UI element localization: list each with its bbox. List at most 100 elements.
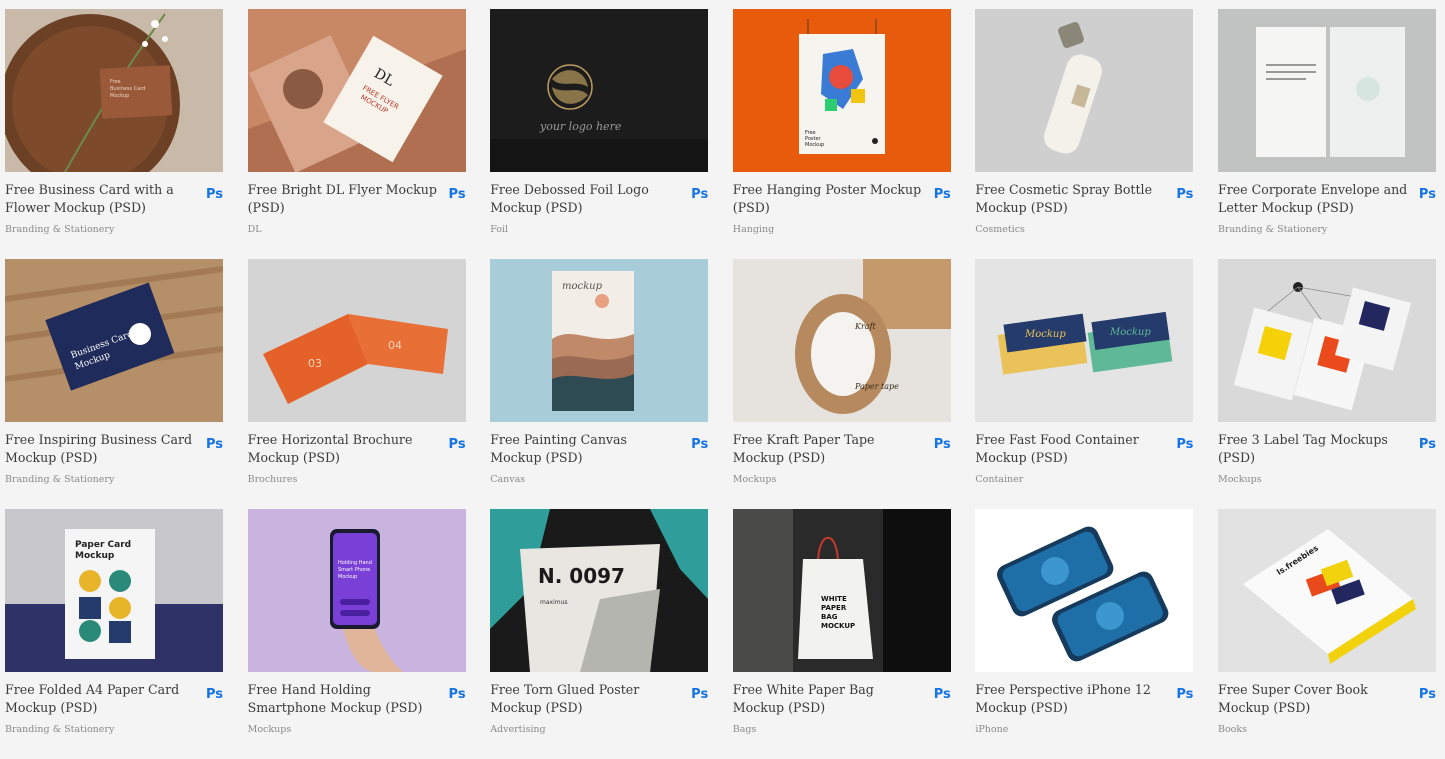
card-title[interactable]: Free Horizontal Brochure Mockup (PSD) <box>248 431 438 467</box>
photoshop-badge: Ps <box>1176 187 1194 202</box>
mockup-card[interactable]: Business Card Mockup Free Inspiring Busi… <box>5 259 223 509</box>
card-title[interactable]: Free Debossed Foil Logo Mockup (PSD) <box>490 181 680 217</box>
thumbnail-image[interactable]: Free Business Card Mockup <box>5 9 223 172</box>
thumbnail-image[interactable]: Business Card Mockup <box>5 259 223 422</box>
photoshop-badge: Ps <box>448 187 466 202</box>
mockup-card[interactable]: Kraft Paper tape Free Kraft Paper Tape M… <box>732 259 951 509</box>
thumbnail-image[interactable]: mockup <box>490 259 709 422</box>
card-title[interactable]: Free Super Cover Book Mockup (PSD) <box>1218 681 1408 717</box>
card-category[interactable]: Branding & Stationery <box>5 224 114 235</box>
card-title[interactable]: Free Corporate Envelope and Letter Mocku… <box>1218 181 1408 217</box>
card-category[interactable]: Branding & Stationery <box>5 724 114 735</box>
mockup-card[interactable]: Free Business Card Mockup Free Business … <box>5 9 223 259</box>
card-title[interactable]: Free Hand Holding Smartphone Mockup (PSD… <box>248 681 438 717</box>
card-category[interactable]: Canvas <box>490 474 525 485</box>
thumbnail-image[interactable]: Free Poster Mockup <box>732 9 951 172</box>
thumb-text: Mockup <box>1024 329 1066 340</box>
photoshop-badge: Ps <box>205 687 223 702</box>
photoshop-badge: Ps <box>1176 687 1194 702</box>
mockup-card[interactable]: 03 04 Free Horizontal Brochure Mockup (P… <box>247 259 466 509</box>
thumb-text: your logo here <box>539 120 622 133</box>
thumbnail-image[interactable]: WHITE PAPER BAG MOCKUP <box>732 509 951 672</box>
card-category[interactable]: Container <box>975 474 1023 485</box>
thumbnail-image[interactable]: Mockup Mockup <box>975 259 1194 422</box>
card-category[interactable]: Mockups <box>248 724 292 735</box>
photoshop-badge: Ps <box>448 437 466 452</box>
mockup-card[interactable]: Free Poster Mockup Free Hanging Poster M… <box>732 9 951 259</box>
thumbnail-image[interactable]: Kraft Paper tape <box>732 259 951 422</box>
card-category[interactable]: iPhone <box>975 724 1008 735</box>
mockup-card[interactable]: Free Cosmetic Spray Bottle Mockup (PSD) … <box>975 9 1194 259</box>
card-category[interactable]: Brochures <box>248 474 298 485</box>
mockup-card[interactable]: ls.freebies Free Super Cover Book Mockup… <box>1217 509 1436 759</box>
card-category[interactable]: Bags <box>733 724 757 735</box>
thumbnail-image[interactable]: DL FREE FLYER MOCKUP <box>247 9 466 172</box>
card-category[interactable]: Books <box>1218 724 1247 735</box>
thumb-text: Holding Hand <box>338 560 372 566</box>
thumb-text: Mockup <box>1109 327 1151 338</box>
card-title[interactable]: Free 3 Label Tag Mockups (PSD) <box>1218 431 1408 467</box>
thumb-text: MOCKUP <box>821 622 855 630</box>
photoshop-badge: Ps <box>205 187 223 202</box>
thumbnail-image[interactable]: ls.freebies <box>1217 509 1436 672</box>
thumbnail-image[interactable] <box>1217 259 1436 422</box>
thumbnail-image[interactable] <box>1217 9 1436 172</box>
thumb-text: WHITE <box>821 595 847 603</box>
mockup-card[interactable]: Paper Card Mockup Free Folded A4 Paper C… <box>5 509 223 759</box>
card-category[interactable]: Branding & Stationery <box>5 474 114 485</box>
mockup-card[interactable]: Free Perspective iPhone 12 Mockup (PSD) … <box>975 509 1194 759</box>
thumbnail-image[interactable] <box>975 9 1194 172</box>
thumbnail-image[interactable]: N. 0097 maximus <box>490 509 709 672</box>
mockup-card[interactable]: WHITE PAPER BAG MOCKUP Free White Paper … <box>732 509 951 759</box>
card-category[interactable]: Advertising <box>490 724 545 735</box>
card-title[interactable]: Free Cosmetic Spray Bottle Mockup (PSD) <box>975 181 1165 217</box>
photoshop-badge: Ps <box>933 187 951 202</box>
card-title[interactable]: Free Torn Glued Poster Mockup (PSD) <box>490 681 680 717</box>
thumb-text: mockup <box>562 281 603 292</box>
mockup-card[interactable]: mockup Free Painting Canvas Mockup (PSD)… <box>490 259 709 509</box>
card-title[interactable]: Free Fast Food Container Mockup (PSD) <box>975 431 1165 467</box>
thumb-text: N. 0097 <box>538 564 625 588</box>
card-category[interactable]: Hanging <box>733 224 774 235</box>
thumb-text: BAG <box>821 613 838 621</box>
photoshop-badge: Ps <box>691 187 709 202</box>
card-title[interactable]: Free Painting Canvas Mockup (PSD) <box>490 431 680 467</box>
card-title[interactable]: Free Bright DL Flyer Mockup (PSD) <box>248 181 438 217</box>
thumb-text: Mockup <box>338 574 357 580</box>
photoshop-badge: Ps <box>1418 687 1436 702</box>
mockup-grid: Free Business Card Mockup Free Business … <box>5 9 1436 759</box>
thumb-text: Free <box>110 79 121 85</box>
card-category[interactable]: DL <box>248 224 262 235</box>
thumbnail-image[interactable]: Paper Card Mockup <box>5 509 223 672</box>
mockup-card[interactable]: Mockup Mockup Free Fast Food Container M… <box>975 259 1194 509</box>
card-category[interactable]: Mockups <box>733 474 777 485</box>
card-title[interactable]: Free Perspective iPhone 12 Mockup (PSD) <box>975 681 1165 717</box>
photoshop-badge: Ps <box>1418 437 1436 452</box>
mockup-card[interactable]: N. 0097 maximus Free Torn Glued Poster M… <box>490 509 709 759</box>
thumb-text: Mockup <box>110 93 129 99</box>
photoshop-badge: Ps <box>691 437 709 452</box>
card-title[interactable]: Free White Paper Bag Mockup (PSD) <box>733 681 923 717</box>
card-category[interactable]: Cosmetics <box>975 224 1025 235</box>
card-category[interactable]: Branding & Stationery <box>1218 224 1327 235</box>
thumb-text: Paper tape <box>854 382 899 391</box>
photoshop-badge: Ps <box>448 687 466 702</box>
mockup-card[interactable]: Holding Hand Smart Phone Mockup Free Han… <box>247 509 466 759</box>
card-title[interactable]: Free Inspiring Business Card Mockup (PSD… <box>5 431 195 467</box>
card-title[interactable]: Free Hanging Poster Mockup (PSD) <box>733 181 923 217</box>
mockup-card[interactable]: DL FREE FLYER MOCKUP Free Bright DL Flye… <box>247 9 466 259</box>
thumb-text: Kraft <box>854 322 877 331</box>
thumbnail-image[interactable]: Holding Hand Smart Phone Mockup <box>247 509 466 672</box>
card-title[interactable]: Free Business Card with a Flower Mockup … <box>5 181 195 217</box>
card-title[interactable]: Free Kraft Paper Tape Mockup (PSD) <box>733 431 923 467</box>
photoshop-badge: Ps <box>933 687 951 702</box>
thumbnail-image[interactable]: 03 04 <box>247 259 466 422</box>
card-category[interactable]: Foil <box>490 224 508 235</box>
thumbnail-image[interactable] <box>975 509 1194 672</box>
mockup-card[interactable]: Free Corporate Envelope and Letter Mocku… <box>1217 9 1436 259</box>
card-title[interactable]: Free Folded A4 Paper Card Mockup (PSD) <box>5 681 195 717</box>
card-category[interactable]: Mockups <box>1218 474 1262 485</box>
mockup-card[interactable]: Free 3 Label Tag Mockups (PSD) Ps Mockup… <box>1217 259 1436 509</box>
mockup-card[interactable]: your logo here Free Debossed Foil Logo M… <box>490 9 709 259</box>
thumbnail-image[interactable]: your logo here <box>490 9 709 172</box>
